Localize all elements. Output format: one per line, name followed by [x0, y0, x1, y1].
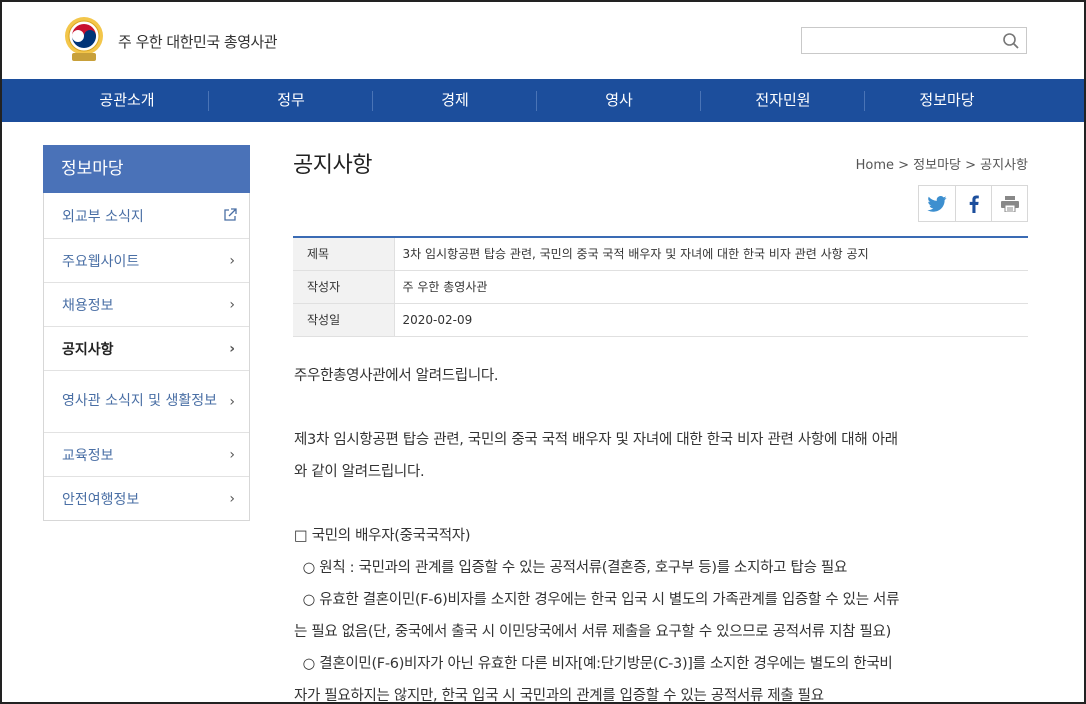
- sidebar-item-label: 교육정보: [62, 447, 114, 464]
- body-bullet: 는 필요 없음(단, 중국에서 출국 시 이민당국에서 서류 제출을 요구할 수…: [294, 624, 891, 640]
- chevron-right-icon: ›: [229, 393, 235, 410]
- post-author: 주 우한 총영사관: [394, 270, 1028, 304]
- site-name[interactable]: 주 우한 대한민국 총영사관: [118, 31, 278, 52]
- post-info-table: 제목 3차 임시항공편 탑승 관련, 국민의 중국 국적 배우자 및 자녀에 대…: [293, 236, 1028, 337]
- body-paragraph: 와 같이 알려드립니다.: [294, 464, 425, 480]
- sidebar-item-consulate-news[interactable]: 영사관 소식지 및 생활정보 ›: [44, 370, 249, 432]
- sidebar-list: 외교부 소식지 주요웹사이트 › 채용정보 › 공지사항 › 영사관 소식지 및…: [43, 193, 250, 521]
- search-icon[interactable]: [1002, 32, 1020, 50]
- body-bullet: 자가 필요하지는 않지만, 한국 입국 시 국민과의 관계를 입증할 수 있는 …: [294, 688, 824, 704]
- body-bullet: ○ 유효한 결혼이민(F-6)비자를 소지한 경우에는 한국 입국 시 별도의 …: [294, 592, 900, 608]
- sidebar-item-label: 외교부 소식지: [62, 208, 144, 225]
- search-input[interactable]: [802, 28, 992, 53]
- post-subject: 3차 임시항공편 탑승 관련, 국민의 중국 국적 배우자 및 자녀에 대한 한…: [394, 237, 1028, 271]
- sidebar-item-label: 안전여행정보: [62, 491, 140, 508]
- subject-label: 제목: [293, 237, 395, 271]
- sidebar: 정보마당 외교부 소식지 주요웹사이트 › 채용정보 › 공지사항 › 영사관 …: [43, 145, 250, 521]
- sidebar-item-label: 주요웹사이트: [62, 253, 140, 270]
- nav-info[interactable]: 정보마당: [865, 79, 1029, 122]
- nav-about[interactable]: 공관소개: [45, 79, 209, 122]
- search-box: [801, 27, 1027, 54]
- body-paragraph: 주우한총영사관에서 알려드립니다.: [294, 368, 499, 384]
- chevron-right-icon: ›: [229, 296, 235, 313]
- share-toolbar: [918, 185, 1028, 222]
- section-heading: □ 국민의 배우자(중국국적자): [294, 528, 471, 544]
- post-date: 2020-02-09: [394, 303, 1028, 337]
- table-row: 제목 3차 임시항공편 탑승 관련, 국민의 중국 국적 배우자 및 자녀에 대…: [293, 237, 1028, 271]
- site-header: 주 우한 대한민국 총영사관: [2, 2, 1084, 79]
- body-bullet: ○ 결혼이민(F-6)비자가 아닌 유효한 다른 비자[예:단기방문(C-3)]…: [294, 656, 893, 672]
- twitter-icon: [927, 195, 947, 212]
- sidebar-item-education[interactable]: 교육정보 ›: [44, 432, 249, 476]
- chevron-right-icon: ›: [229, 340, 235, 357]
- sidebar-item-label: 채용정보: [62, 297, 114, 314]
- chevron-right-icon: ›: [229, 446, 235, 463]
- sidebar-title: 정보마당: [43, 145, 250, 193]
- chevron-right-icon: ›: [229, 490, 235, 507]
- post-body: 주우한총영사관에서 알려드립니다. 제3차 임시항공편 탑승 관련, 국민의 중…: [294, 360, 1029, 704]
- body-paragraph: 제3차 임시항공편 탑승 관련, 국민의 중국 국적 배우자 및 자녀에 대한 …: [294, 432, 898, 448]
- nav-e-civil[interactable]: 전자민원: [701, 79, 865, 122]
- chevron-right-icon: ›: [229, 252, 235, 269]
- nav-economy[interactable]: 경제: [373, 79, 537, 122]
- sidebar-item-recruitment[interactable]: 채용정보 ›: [44, 282, 249, 326]
- page-title: 공지사항: [293, 153, 372, 178]
- external-link-icon: [224, 207, 237, 221]
- sidebar-item-notices[interactable]: 공지사항 ›: [44, 326, 249, 370]
- main-navigation: 공관소개 정무 경제 영사 전자민원 정보마당: [2, 79, 1084, 122]
- author-label: 작성자: [293, 270, 395, 304]
- date-label: 작성일: [293, 303, 395, 337]
- sidebar-item-label: 영사관 소식지 및 생활정보: [62, 393, 218, 409]
- table-row: 작성자 주 우한 총영사관: [293, 270, 1028, 304]
- sidebar-item-mofa-newsletter[interactable]: 외교부 소식지: [44, 193, 249, 238]
- print-button[interactable]: [991, 186, 1027, 221]
- twitter-share-button[interactable]: [919, 186, 955, 221]
- nav-consular[interactable]: 영사: [537, 79, 701, 122]
- sidebar-item-websites[interactable]: 주요웹사이트 ›: [44, 238, 249, 282]
- table-row: 작성일 2020-02-09: [293, 303, 1028, 337]
- sidebar-item-travel-safety[interactable]: 안전여행정보 ›: [44, 476, 249, 520]
- facebook-share-button[interactable]: [955, 186, 991, 221]
- facebook-icon: [969, 194, 979, 213]
- sidebar-item-label: 공지사항: [62, 341, 114, 358]
- body-bullet: ○ 원칙 : 국민과의 관계를 입증할 수 있는 공적서류(결혼증, 호구부 등…: [294, 560, 848, 576]
- emblem-logo-icon[interactable]: [64, 16, 104, 62]
- breadcrumb[interactable]: Home > 정보마당 > 공지사항: [856, 154, 1028, 173]
- print-icon: [1000, 195, 1019, 212]
- nav-politics[interactable]: 정무: [209, 79, 373, 122]
